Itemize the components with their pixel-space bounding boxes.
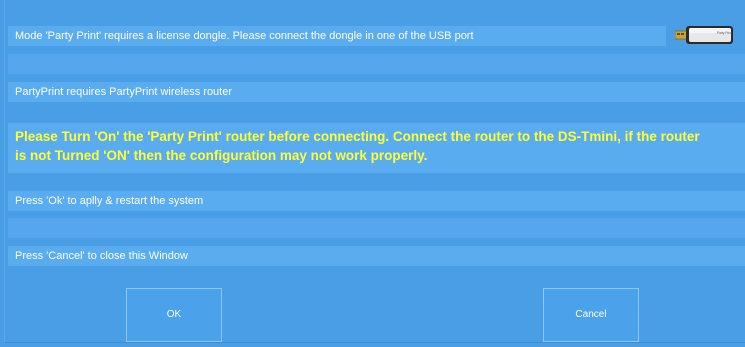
spacer-bar: [8, 54, 745, 74]
ok-button[interactable]: OK: [126, 288, 222, 342]
svg-text:Party Print: Party Print: [717, 31, 732, 35]
spacer-bar: [8, 218, 745, 238]
warning-line-1: Please Turn 'On' the 'Party Print' route…: [15, 129, 700, 144]
router-warning: Please Turn 'On' the 'Party Print' route…: [8, 123, 745, 173]
cancel-hint: Press 'Cancel' to close this Window: [8, 246, 745, 266]
usb-dongle-icon: Party Print: [675, 26, 733, 44]
router-notice: PartyPrint requires PartyPrint wireless …: [8, 82, 745, 102]
cancel-button[interactable]: Cancel: [543, 288, 639, 342]
warning-line-2: is not Turned 'ON' then the configuratio…: [15, 148, 428, 163]
dongle-notice: Mode 'Party Print' requires a license do…: [8, 26, 666, 46]
partyprint-dialog: Mode 'Party Print' requires a license do…: [0, 0, 745, 347]
ok-hint: Press 'Ok' to aplly & restart the system: [8, 191, 745, 211]
